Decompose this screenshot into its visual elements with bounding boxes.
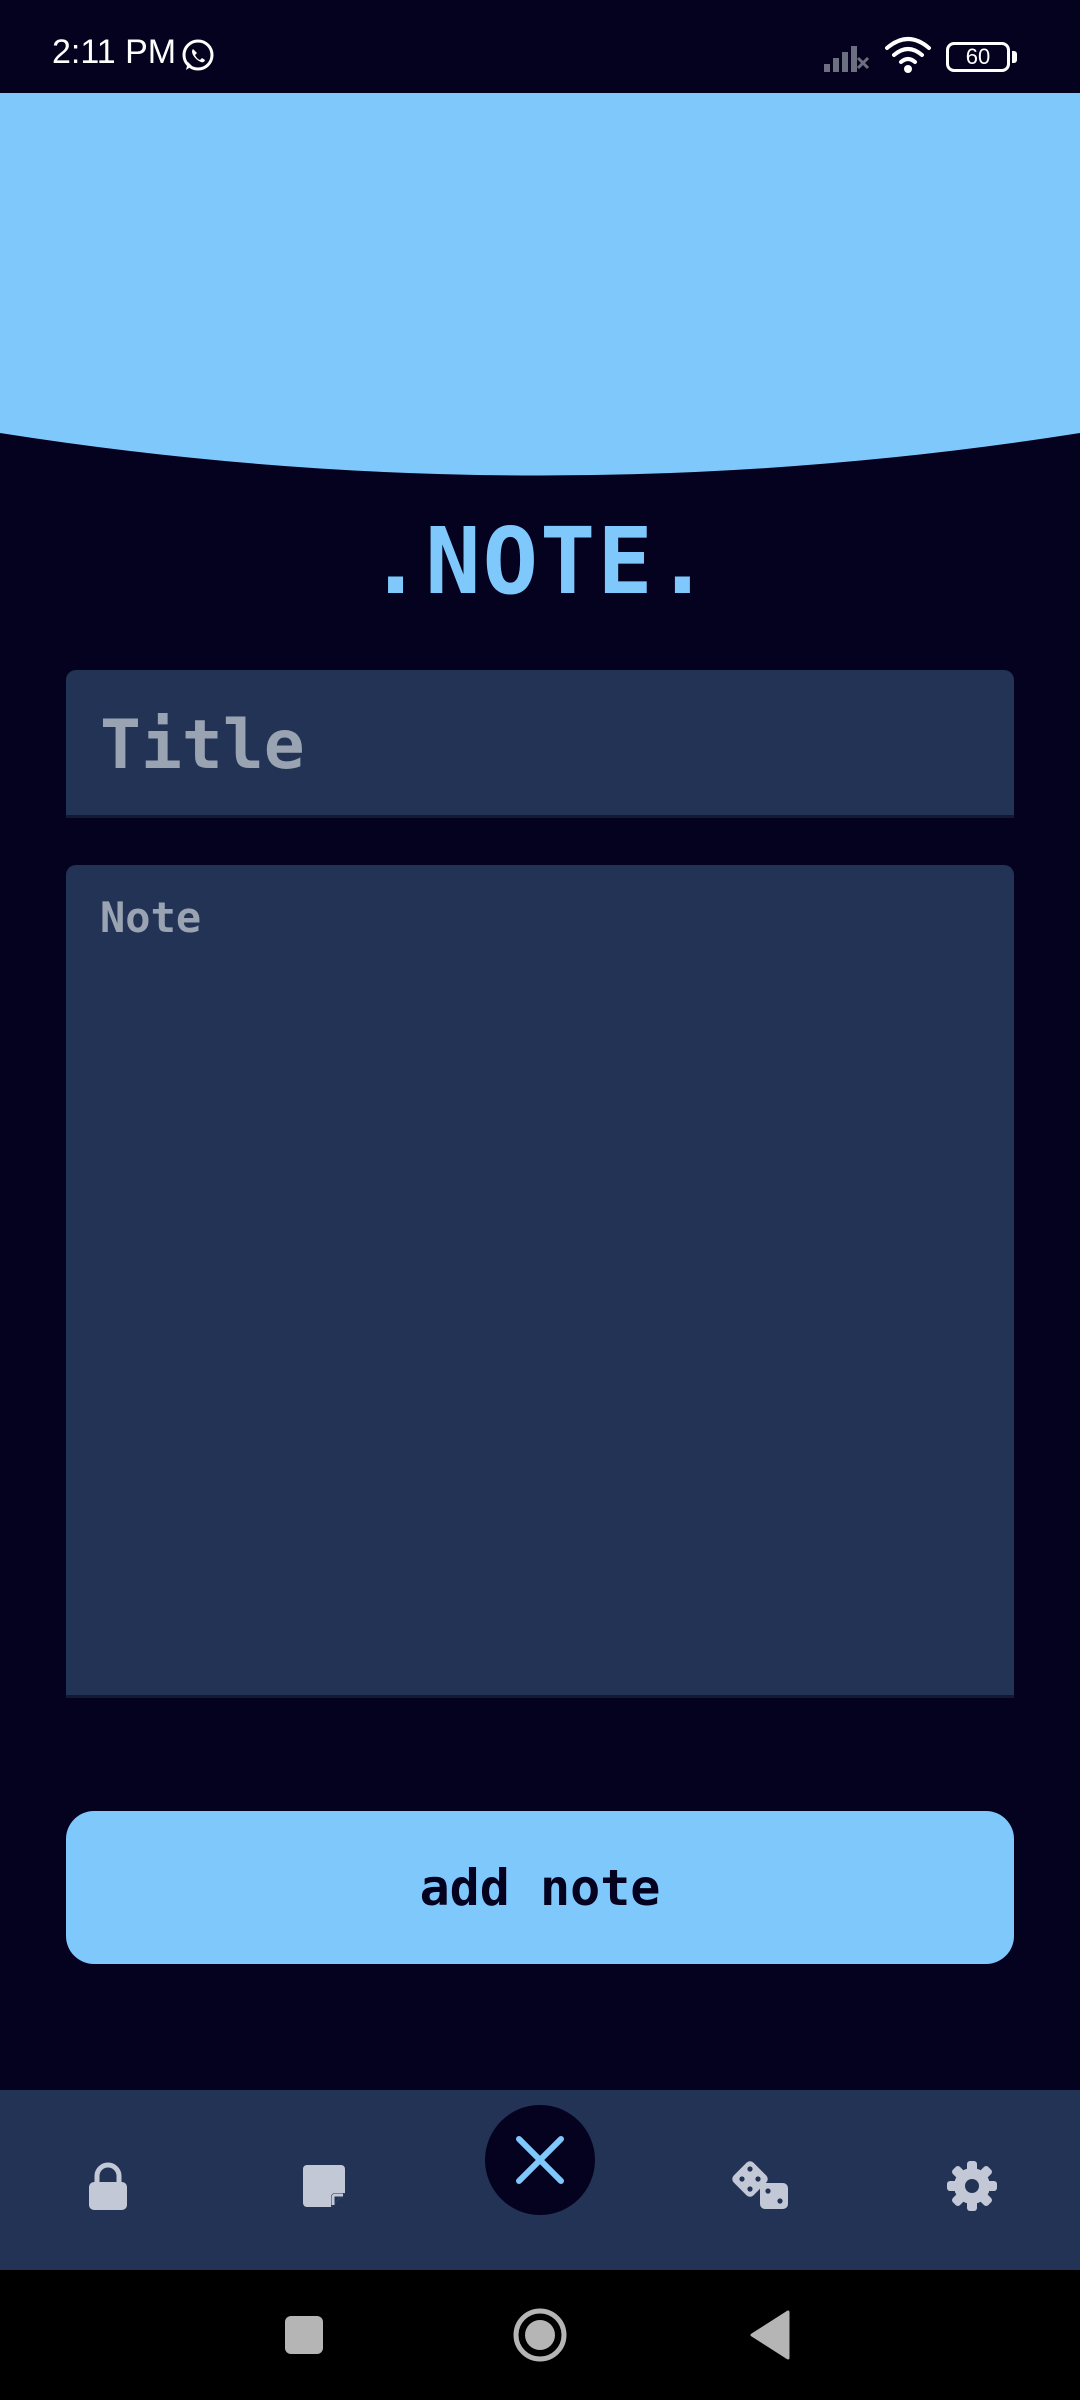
note-icon	[303, 2165, 345, 2207]
nav-settings[interactable]	[912, 2090, 1032, 2270]
title-input[interactable]: Title	[66, 670, 1014, 818]
settings-icon	[947, 2161, 997, 2211]
recents-icon	[285, 2316, 323, 2354]
dice-icon	[732, 2161, 788, 2209]
nav-close[interactable]	[485, 2105, 595, 2215]
add-note-label: add note	[419, 1858, 661, 1917]
home-icon	[513, 2308, 567, 2362]
lock-icon	[89, 2162, 127, 2210]
add-note-button[interactable]: add note	[66, 1811, 1014, 1964]
app-title: .NOTE.	[367, 508, 713, 615]
bottom-nav	[0, 2090, 1080, 2270]
whatsapp-icon	[182, 39, 214, 71]
system-nav-bar	[0, 2270, 1080, 2400]
nav-lock[interactable]	[48, 2090, 168, 2270]
close-icon	[516, 2136, 564, 2184]
nav-notes[interactable]	[264, 2090, 384, 2270]
battery-icon: 60	[946, 42, 1017, 72]
status-bar: 2:11 PM 60	[0, 0, 1080, 93]
note-placeholder: Note	[100, 893, 202, 942]
header-wave	[0, 93, 1080, 476]
wifi-icon	[885, 37, 931, 73]
nav-dice[interactable]	[703, 2090, 823, 2270]
status-time: 2:11 PM	[52, 33, 177, 71]
back-button[interactable]	[730, 2270, 810, 2400]
note-textarea[interactable]: Note	[66, 865, 1014, 1698]
battery-level: 60	[965, 44, 991, 69]
back-icon	[750, 2310, 790, 2360]
title-placeholder: Title	[100, 706, 305, 785]
recents-button[interactable]	[264, 2270, 344, 2400]
home-button[interactable]	[500, 2270, 580, 2400]
signal-icon	[824, 46, 870, 72]
